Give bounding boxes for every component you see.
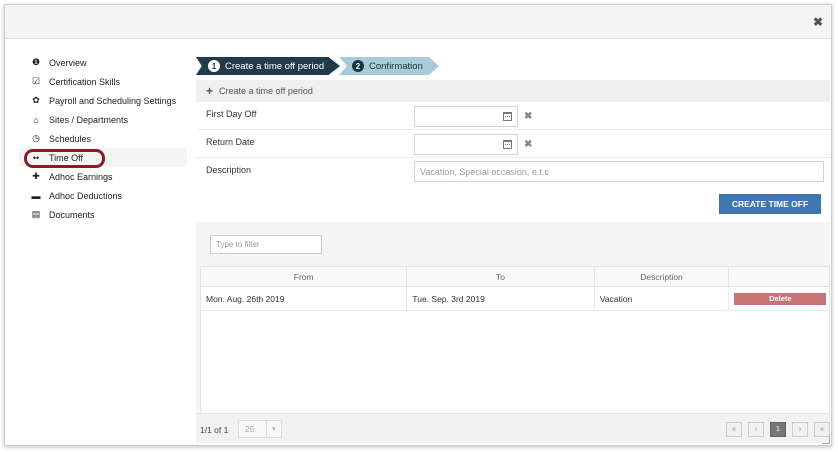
clear-return-date-icon[interactable]: ✖ <box>524 139 532 150</box>
table-row: Mon. Aug. 26th 2019 Tue. Sep. 3rd 2019 V… <box>201 287 829 311</box>
description-input[interactable] <box>414 161 824 182</box>
pagination-bar: 1/1 of 1 25 ▾ « ‹ 1 › » <box>196 413 830 443</box>
wizard-step-create[interactable]: 1 Create a time off period <box>196 57 340 75</box>
chevron-down-icon: ▾ <box>265 421 281 437</box>
sidebar-item-certification-skills[interactable]: ☑ Certification Skills <box>19 72 187 91</box>
calendar-icon[interactable] <box>503 112 512 121</box>
prev-page-button[interactable]: ‹ <box>748 422 764 437</box>
sidebar-item-label: Sites / Departments <box>49 114 129 125</box>
clock-icon: ◷ <box>32 133 40 143</box>
table-header: From To Description <box>201 267 829 287</box>
step-label: Confirmation <box>369 60 423 72</box>
plus-icon: ✚ <box>32 171 40 181</box>
page-size-value: 25 <box>245 424 255 434</box>
sidebar-item-label: Schedules <box>49 133 92 144</box>
clear-first-day-icon[interactable]: ✖ <box>524 111 532 122</box>
table-empty-area <box>201 311 829 413</box>
sidebar-item-label: Adhoc Deductions <box>49 190 123 201</box>
info-icon: ❶ <box>31 57 41 67</box>
step-label: Create a time off period <box>225 60 325 72</box>
return-date-row: Return Date ✖ <box>196 130 830 158</box>
page-size-select[interactable]: 25 ▾ <box>238 420 282 438</box>
sidebar-item-adhoc-deductions[interactable]: ▬ Adhoc Deductions <box>19 186 187 205</box>
create-time-off-button[interactable]: CREATE TIME OFF <box>719 194 821 214</box>
column-header-description[interactable]: Description <box>595 267 730 286</box>
cell-to: Tue. Sep. 3rd 2019 <box>407 287 595 310</box>
document-icon: ▤ <box>31 209 41 219</box>
delete-button[interactable]: Delete <box>734 292 827 305</box>
column-header-actions <box>729 267 829 286</box>
description-row: Description <box>196 158 830 188</box>
form-heading-label: Create a time off period <box>219 86 313 96</box>
page-1-button[interactable]: 1 <box>770 422 786 437</box>
page-info: 1/1 of 1 <box>200 425 229 435</box>
pager: « ‹ 1 › » <box>726 422 830 437</box>
sidebar-item-sites-departments[interactable]: ⌂ Sites / Departments <box>19 110 187 129</box>
sidebar-item-schedules[interactable]: ◷ Schedules <box>19 129 187 148</box>
step-number: 2 <box>352 60 364 72</box>
close-icon[interactable]: ✖ <box>813 16 823 28</box>
sidebar-item-label: Documents <box>49 209 95 220</box>
last-page-button[interactable]: » <box>814 422 830 437</box>
sidebar: ❶ Overview ☑ Certification Skills ✿ Payr… <box>19 53 187 224</box>
sidebar-item-label: Payroll and Scheduling Settings <box>49 95 177 106</box>
description-label: Description <box>206 165 252 175</box>
first-day-input[interactable] <box>414 106 518 127</box>
filter-input[interactable] <box>210 235 322 254</box>
sidebar-item-label: Overview <box>49 57 87 68</box>
wizard-steps: 1 Create a time off period 2 Confirmatio… <box>196 57 830 77</box>
sidebar-item-adhoc-earnings[interactable]: ✚ Adhoc Earnings <box>19 167 187 186</box>
return-date-label: Return Date <box>206 137 255 147</box>
calendar-icon[interactable] <box>503 140 512 149</box>
return-date-input[interactable] <box>414 134 518 155</box>
gear-icon: ✿ <box>32 95 40 105</box>
plus-icon: + <box>206 84 214 98</box>
resize-grip-icon[interactable] <box>822 436 830 444</box>
sidebar-item-label: Certification Skills <box>49 76 121 87</box>
first-page-button[interactable]: « <box>726 422 742 437</box>
sidebar-item-time-off[interactable]: •• Time Off <box>19 148 187 168</box>
column-header-from[interactable]: From <box>201 267 408 286</box>
sidebar-item-label: Time Off <box>49 152 84 163</box>
cell-from: Mon. Aug. 26th 2019 <box>201 287 408 310</box>
column-header-to[interactable]: To <box>407 267 595 286</box>
minus-icon: ▬ <box>31 190 41 201</box>
modal-dialog: ✖ ❶ Overview ☑ Certification Skills ✿ Pa… <box>4 4 832 446</box>
form-heading: + Create a time off period <box>196 80 830 102</box>
sidebar-item-documents[interactable]: ▤ Documents <box>19 205 187 224</box>
cell-actions: Delete <box>729 287 829 310</box>
time-off-table: From To Description Mon. Aug. 26th 2019 … <box>200 266 830 414</box>
checkbox-icon: ☑ <box>31 76 41 86</box>
next-page-button[interactable]: › <box>792 422 808 437</box>
wizard-step-confirmation[interactable]: 2 Confirmation <box>339 57 439 75</box>
modal-header: ✖ <box>5 5 831 39</box>
home-icon: ⌂ <box>33 114 39 125</box>
sidebar-item-payroll-scheduling[interactable]: ✿ Payroll and Scheduling Settings <box>19 91 187 110</box>
cell-description: Vacation <box>595 287 730 310</box>
main-panel: 1 Create a time off period 2 Confirmatio… <box>196 51 830 443</box>
step-number: 1 <box>208 60 220 72</box>
dots-icon: •• <box>32 152 40 163</box>
first-day-row: First Day Off ✖ <box>196 102 830 130</box>
sidebar-item-overview[interactable]: ❶ Overview <box>19 53 187 72</box>
first-day-label: First Day Off <box>206 109 257 119</box>
sidebar-item-label: Adhoc Earnings <box>49 171 113 182</box>
